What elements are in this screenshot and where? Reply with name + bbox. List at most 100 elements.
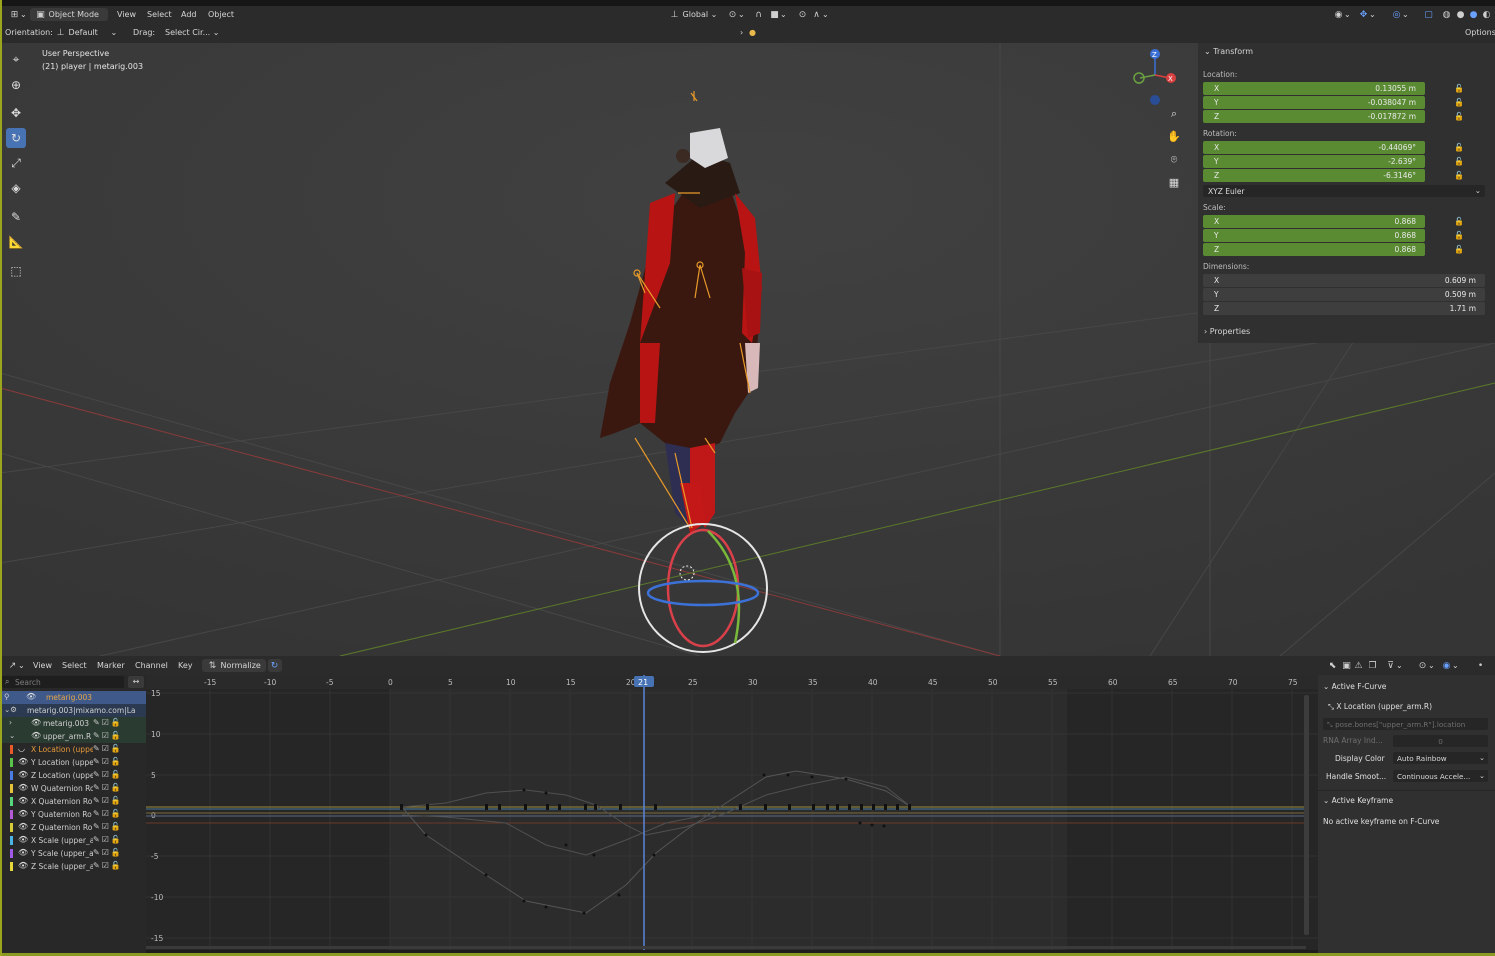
lock-icon[interactable]: 🔓 <box>1454 171 1464 180</box>
cursor-tool-button[interactable]: ⊕ <box>6 75 26 95</box>
eye-icon[interactable]: 👁 <box>26 692 36 701</box>
transform-tool-button[interactable]: ◈ <box>6 178 26 198</box>
eye-icon[interactable]: 👁 <box>18 783 28 792</box>
channel-toggle-icons[interactable]: ✎☑🔓 <box>93 731 123 740</box>
auto-normalize-button[interactable]: ↻ <box>268 659 282 672</box>
menu-select[interactable]: Select <box>142 8 177 21</box>
channel-toggle-icons[interactable]: ✎☑🔓 <box>93 848 123 857</box>
swap-arrows-button[interactable]: ↔ <box>128 676 144 688</box>
dimensions-x-field[interactable]: X 0.609 m <box>1203 274 1485 287</box>
overlays-button[interactable]: ◎ ⌄ <box>1386 8 1414 21</box>
eye-icon[interactable]: 👁 <box>18 822 28 831</box>
lock-icon[interactable]: 🔓 <box>1454 245 1464 254</box>
rna-array-index-field[interactable]: 0 <box>1393 735 1488 747</box>
channel-toggle-icons[interactable]: ✎☑🔓 <box>93 861 123 870</box>
graph-editor-type-button[interactable]: ↗ ⌄ <box>2 659 30 672</box>
fcurve-channel-row[interactable]: 👁 Z Quaternion Ro ✎☑🔓 <box>0 821 146 834</box>
eye-icon[interactable]: 👁 <box>18 809 28 818</box>
channel-toggle-icons[interactable]: ✎☑🔓 <box>93 770 123 779</box>
eye-icon[interactable]: 👁 <box>18 770 28 779</box>
shading-rendered-button[interactable]: ◐ <box>1476 8 1495 21</box>
data-path-field[interactable]: ⤡ pose.bones["upper_arm.R"].location <box>1323 718 1488 730</box>
keyframes[interactable] <box>400 773 911 915</box>
proportional-button[interactable]: •⌄ <box>1470 659 1495 683</box>
handle-smoothing-dropdown[interactable]: Continuous Accele... ⌄ <box>1393 770 1488 782</box>
fcurve-channel-row[interactable]: 👁 Y Quaternion Ro ✎☑🔓 <box>0 808 146 821</box>
scene-icon[interactable]: ● <box>744 26 761 39</box>
rotation-mode-dropdown[interactable]: XYZ Euler ⌄ <box>1203 185 1485 197</box>
snap-target-button[interactable]: ■⌄ <box>764 8 792 21</box>
eye-icon[interactable]: ◡ <box>18 744 25 753</box>
filter-button[interactable]: ⊽ ⌄ <box>1380 659 1408 672</box>
orientation-dropdown[interactable]: ⊥ Default ⌄ <box>50 26 122 39</box>
channel-toggle-icons[interactable]: ✎☑🔓 <box>93 809 123 818</box>
fcurve-channel-row[interactable]: 👁 Z Scale (upper_a ✎☑🔓 <box>0 860 146 873</box>
eye-icon[interactable]: 👁 <box>18 861 28 870</box>
channel-row-object[interactable]: ⚲ 👁 metarig.003 <box>0 691 146 704</box>
frame-ruler[interactable] <box>146 675 1318 689</box>
lock-icon[interactable]: 🔓 <box>1454 112 1464 121</box>
options-button[interactable]: Options <box>1460 26 1495 39</box>
channel-row-group[interactable]: ⌄ 👁 upper_arm.R ✎☑🔓 <box>0 730 146 743</box>
transform-orientation-dropdown[interactable]: ⊥ Global ⌄ <box>664 8 722 21</box>
mode-dropdown[interactable]: ▣ Object Mode ⌄ <box>30 8 108 32</box>
eye-icon[interactable]: 👁 <box>18 757 28 766</box>
snapping-button[interactable]: ◉ ⌄ <box>1436 659 1464 672</box>
dimensions-z-field[interactable]: Z 1.71 m <box>1203 302 1485 315</box>
horizontal-scrollbar[interactable] <box>146 946 1306 949</box>
select-tool-button[interactable]: ⌖ <box>6 49 26 69</box>
channel-toggle-icons[interactable]: ✎☑🔓 <box>93 783 123 792</box>
dimensions-y-field[interactable]: Y 0.509 m <box>1203 288 1485 301</box>
location-y-field[interactable]: Y -0.038047 m <box>1203 96 1425 109</box>
gizmo-toggle-button[interactable]: ✥ ⌄ <box>1353 8 1381 21</box>
location-z-field[interactable]: Z -0.017872 m <box>1203 110 1425 123</box>
falloff-button[interactable]: ∧ ⌄ <box>806 8 834 21</box>
rotation-z-field[interactable]: Z -6.3146° <box>1203 169 1425 182</box>
zoom-view-button[interactable]: ⌕ <box>1165 105 1183 123</box>
drag-dropdown[interactable]: Select Cir... ⌄ <box>160 26 224 39</box>
editor-type-button[interactable]: ⊞ ⌄ <box>4 8 32 21</box>
fcurve-channel-row[interactable]: 👁 X Scale (upper_a ✎☑🔓 <box>0 834 146 847</box>
lock-icon[interactable]: 🔓 <box>1454 143 1464 152</box>
ge-menu-key[interactable]: Key <box>173 659 198 672</box>
ge-menu-select[interactable]: Select <box>57 659 92 672</box>
channel-toggle-icons[interactable]: ✎☑🔓 <box>93 835 123 844</box>
menu-add[interactable]: Add <box>176 8 202 21</box>
channel-toggle-icons[interactable]: ✎☑🔓 <box>93 757 123 766</box>
ge-menu-channel[interactable]: Channel <box>130 659 173 672</box>
scale-y-field[interactable]: Y 0.868 <box>1203 229 1425 242</box>
fcurve-channel-row[interactable]: ◡ X Location (uppe ✎☑🔓 <box>0 743 146 756</box>
channel-toggle-icons[interactable]: ✎☑🔓 <box>93 822 123 831</box>
channel-toggle-icons[interactable]: ✎☑🔓 <box>93 744 123 753</box>
eye-icon[interactable]: 👁 <box>18 848 28 857</box>
active-keyframe-header[interactable]: ⌄ Active Keyframe <box>1323 796 1490 805</box>
vertical-scrollbar[interactable] <box>1304 695 1309 935</box>
lock-icon[interactable]: 🔓 <box>1454 231 1464 240</box>
lock-icon[interactable]: 🔓 <box>1454 217 1464 226</box>
fcurve-graph-area[interactable]: -15 -10 -5 0 5 10 15 20 25 30 35 40 45 5… <box>146 675 1318 950</box>
transform-section-header[interactable]: ⌄ Transform <box>1204 47 1253 56</box>
channel-row-action[interactable]: ⌄⚙ metarig.003|mixamo.com|La <box>0 704 146 717</box>
menu-view[interactable]: View <box>112 8 141 21</box>
move-tool-button[interactable]: ✥ <box>6 103 26 123</box>
eye-icon[interactable]: 👁 <box>31 718 41 727</box>
scale-tool-button[interactable]: ⤢ <box>6 153 26 173</box>
pan-view-button[interactable]: ✋ <box>1165 128 1183 146</box>
location-x-field[interactable]: X 0.13055 m <box>1203 82 1425 95</box>
lock-icon[interactable]: 🔓 <box>1454 84 1464 93</box>
channel-toggle-icons[interactable]: ✎☑🔓 <box>93 796 123 805</box>
visibility-button[interactable]: ◉ ⌄ <box>1328 8 1356 21</box>
fcurve-channel-row[interactable]: 👁 Z Location (uppe ✎☑🔓 <box>0 769 146 782</box>
annotate-tool-button[interactable]: ✎ <box>6 207 26 227</box>
rotation-y-field[interactable]: Y -2.639° <box>1203 155 1425 168</box>
fcurve-channel-row[interactable]: 👁 Y Scale (upper_a ✎☑🔓 <box>0 847 146 860</box>
channel-row-group[interactable]: › 👁 metarig.003 ✎☑🔓 <box>0 717 146 730</box>
camera-view-button[interactable]: ⌾ <box>1165 151 1183 169</box>
rotate-tool-button[interactable]: ↻ <box>6 128 26 148</box>
ortho-toggle-button[interactable]: ▦ <box>1165 174 1183 192</box>
eye-icon[interactable]: 👁 <box>18 835 28 844</box>
rotation-x-field[interactable]: X -0.44069° <box>1203 141 1425 154</box>
lock-icon[interactable]: 🔓 <box>1454 157 1464 166</box>
ge-menu-marker[interactable]: Marker <box>92 659 130 672</box>
active-fcurve-header[interactable]: ⌄ Active F-Curve <box>1323 682 1490 691</box>
